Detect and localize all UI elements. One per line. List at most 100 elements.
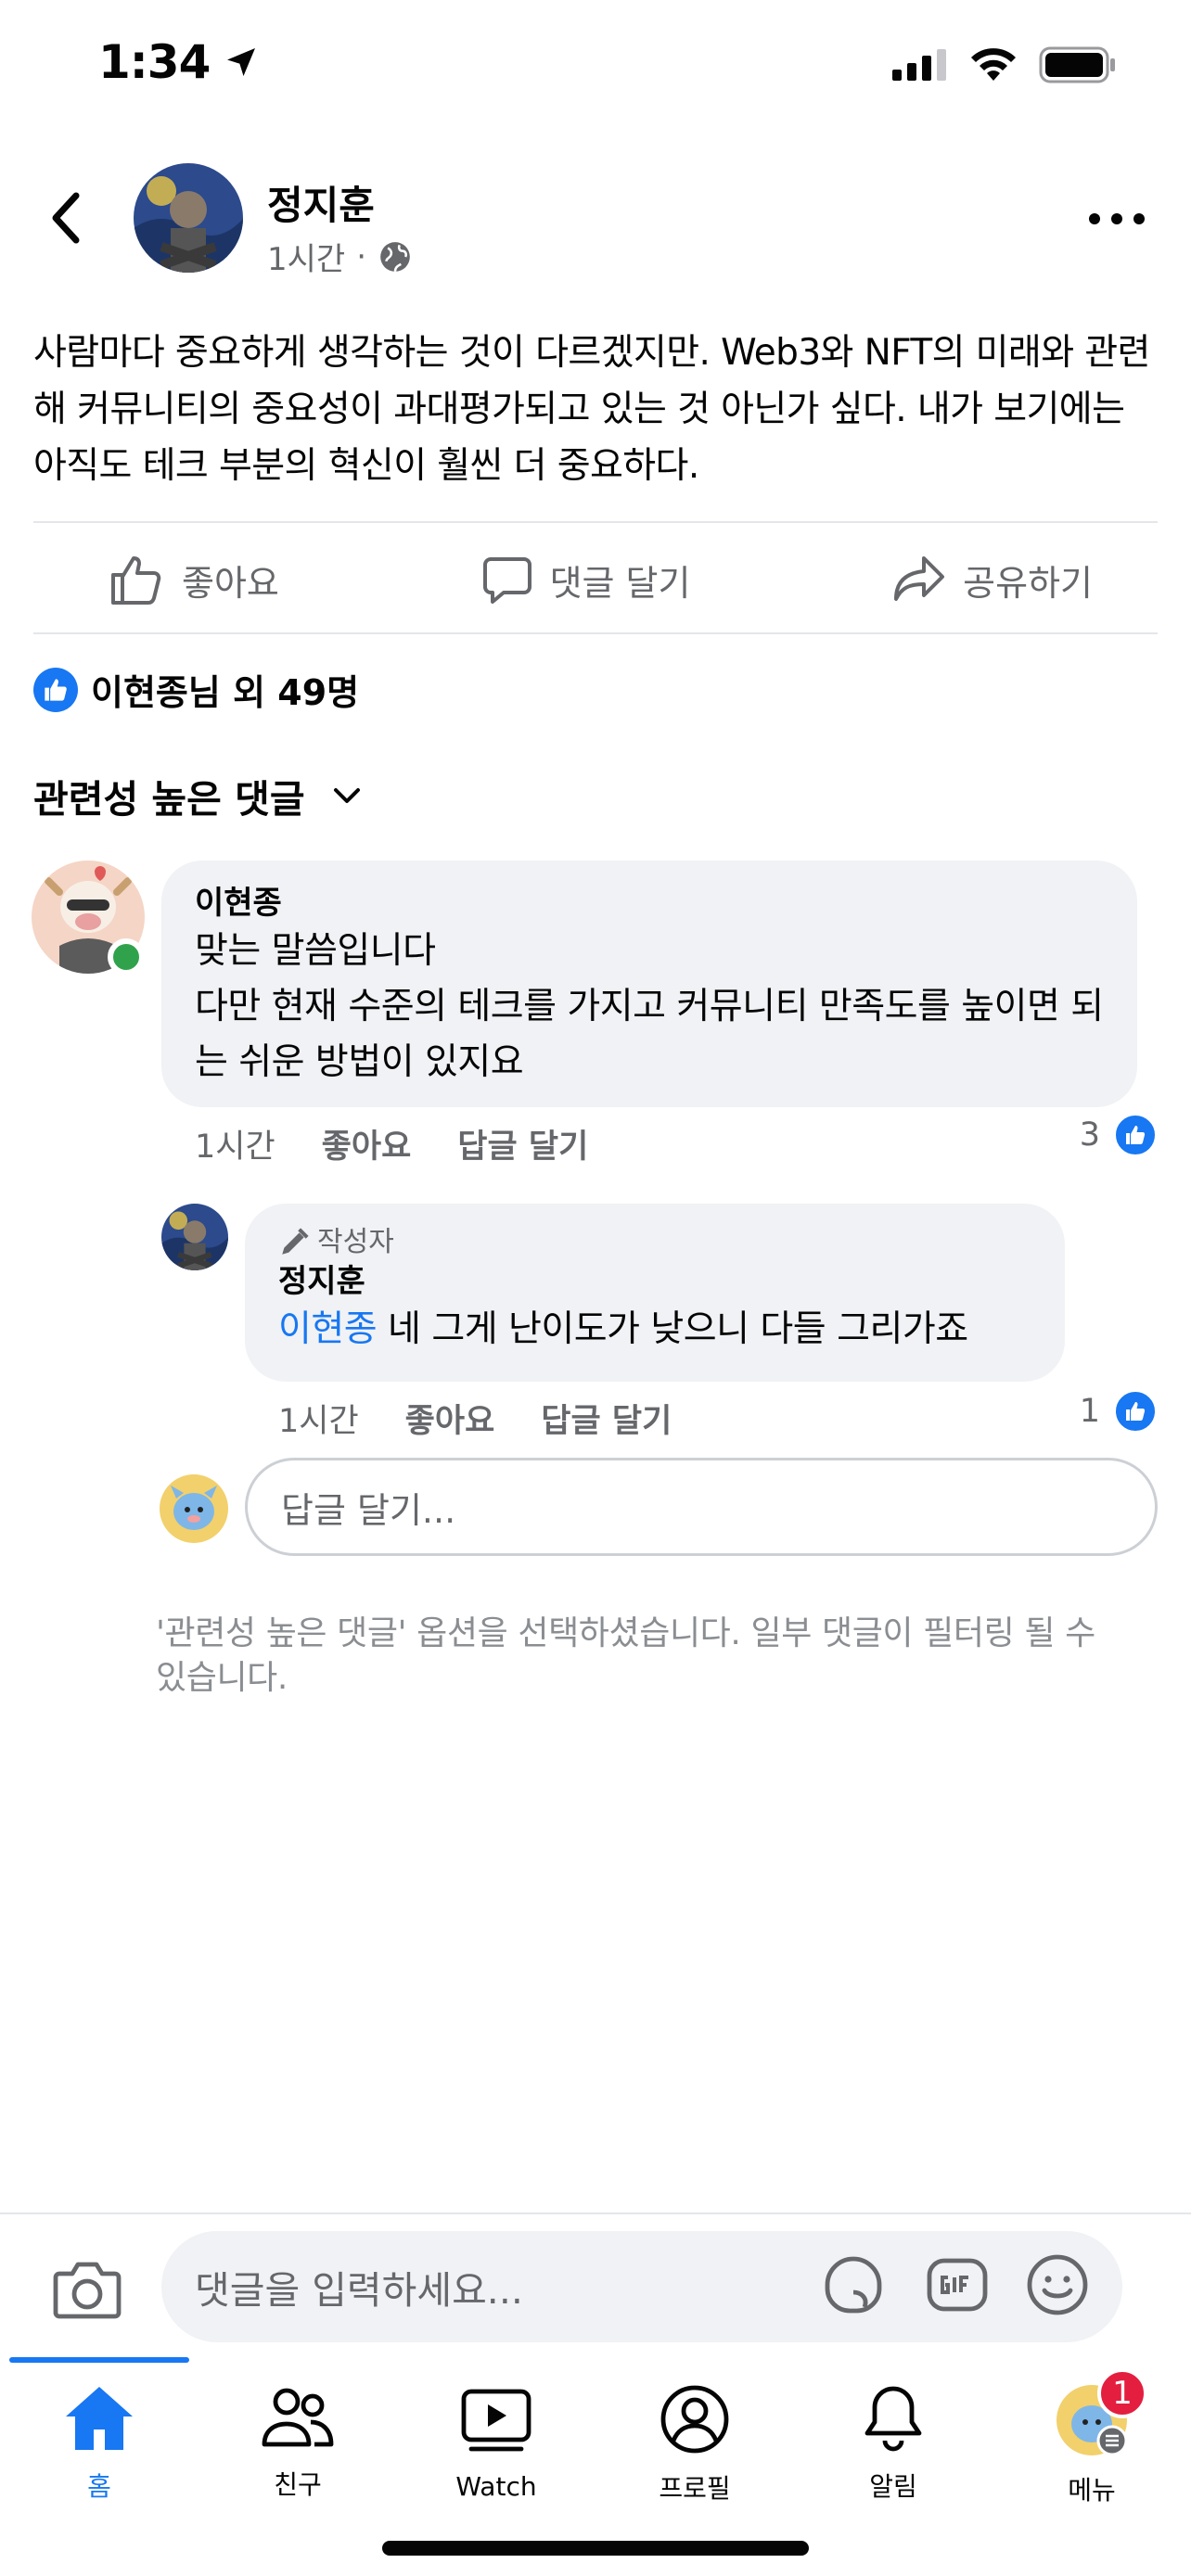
bell-icon <box>854 2383 932 2454</box>
reply-bubble[interactable]: 작성자 정지훈 이현종 네 그게 난이도가 낮으니 다들 그리가죠 <box>245 1204 1065 1382</box>
sort-label: 관련성 높은 댓글 <box>33 777 305 822</box>
comments-sort-dropdown[interactable]: 관련성 높은 댓글 <box>33 768 361 823</box>
more-dot-icon <box>1089 213 1100 224</box>
tab-menu[interactable]: 1 메뉴 <box>992 2363 1191 2506</box>
tab-label: 홈 <box>87 2471 111 2502</box>
reply-time: 1시간 <box>278 1403 359 1440</box>
reply-like-button[interactable]: 좋아요 <box>405 1395 495 1442</box>
comment-input-placeholder: 댓글을 입력하세요... <box>195 2268 523 2313</box>
comment-meta: 1시간 좋아요 답글 달기 <box>195 1120 588 1167</box>
globe-icon <box>380 241 410 272</box>
post-time: 1시간 <box>267 241 346 278</box>
comment-text: 맞는 말씀입니다 다만 현재 수준의 테크를 가지고 커뮤니티 만족도를 높이면… <box>195 930 1104 1083</box>
camera-icon <box>53 2262 122 2319</box>
filter-note: '관련성 높은 댓글' 옵션을 선택하셨습니다. 일부 댓글이 필터링 될 수 … <box>156 1614 1095 1697</box>
share-label: 공유하기 <box>963 562 1093 604</box>
tab-profile[interactable]: 프로필 <box>596 2363 794 2504</box>
status-time-text: 1:34 <box>98 35 211 89</box>
profile-icon <box>656 2383 734 2455</box>
author-avatar-image <box>134 163 243 273</box>
reply-reply-button[interactable]: 답글 달기 <box>541 1395 672 1442</box>
current-user-avatar <box>160 1474 228 1543</box>
location-arrow-icon <box>227 48 256 76</box>
like-reaction-icon <box>1113 1389 1158 1434</box>
reply-text: 이현종 네 그게 난이도가 낮으니 다들 그리가죠 <box>278 1302 1031 1358</box>
like-reaction-icon <box>1113 1113 1158 1157</box>
divider <box>33 521 1158 523</box>
comment-like-button[interactable]: 좋아요 <box>322 1120 412 1167</box>
comment-bubble[interactable]: 이현종 맞는 말씀입니다 다만 현재 수준의 테크를 가지고 커뮤니티 만족도를… <box>161 861 1137 1107</box>
author-badge-label: 작성자 <box>317 1226 394 1258</box>
share-arrow-icon <box>894 556 945 601</box>
comment-like-count-number: 3 <box>1079 1116 1100 1154</box>
sticker-icon <box>825 2256 882 2314</box>
battery-icon <box>1039 46 1115 83</box>
reply-mention[interactable]: 이현종 <box>278 1308 378 1350</box>
tab-label: 친구 <box>274 2469 322 2500</box>
gif-button[interactable] <box>924 2251 991 2318</box>
reply-input-placeholder: 답글 달기... <box>281 1489 456 1531</box>
signal-icon <box>892 49 946 81</box>
tab-watch[interactable]: Watch <box>397 2363 596 2502</box>
reply-text-body: 네 그게 난이도가 낮으니 다들 그리가죠 <box>377 1308 968 1350</box>
tab-label: 메뉴 <box>1068 2475 1116 2506</box>
tab-label: 프로필 <box>659 2473 731 2504</box>
emoji-smile-icon <box>1027 2254 1088 2315</box>
pen-icon <box>282 1228 309 1255</box>
reactions-summary[interactable]: 이현종님 외 49명 <box>33 664 359 715</box>
sticker-button[interactable] <box>820 2251 887 2318</box>
comment-like-count[interactable]: 3 <box>1080 1113 1158 1157</box>
comment-author-name[interactable]: 이현종 <box>195 883 1104 924</box>
online-status-dot <box>108 938 145 976</box>
author-badge: 작성자 <box>278 1224 1031 1261</box>
camera-button[interactable] <box>52 2257 122 2322</box>
tab-notifications[interactable]: 알림 <box>794 2363 992 2502</box>
post-author-name[interactable]: 정지훈 <box>267 174 375 231</box>
comment-reply-button[interactable]: 답글 달기 <box>457 1120 588 1167</box>
like-reaction-icon <box>33 667 78 712</box>
more-dot-icon <box>1111 213 1122 224</box>
post-meta: 1시간 · <box>267 234 413 279</box>
tab-home[interactable]: 홈 <box>0 2363 198 2502</box>
menu-icon: 1 <box>1053 2368 1147 2457</box>
chevron-down-icon <box>333 788 360 803</box>
reply-author-name[interactable]: 정지훈 <box>278 1261 1031 1302</box>
reply-like-count-number: 1 <box>1079 1393 1100 1430</box>
comment-composer-bar: 댓글을 입력하세요... <box>0 2213 1191 2361</box>
comment-button[interactable]: 댓글 달기 <box>481 554 690 606</box>
watch-icon <box>457 2383 535 2458</box>
post-actions: 좋아요 댓글 달기 공유하기 <box>33 533 1158 626</box>
status-bar: 1:34 <box>0 0 1191 139</box>
status-icons <box>892 46 1117 83</box>
wifi-icon <box>971 48 1016 81</box>
more-dot-icon <box>1133 213 1145 224</box>
current-user-avatar-image <box>160 1474 228 1543</box>
tab-friends[interactable]: 친구 <box>198 2363 397 2502</box>
reply-input[interactable]: 답글 달기... <box>245 1458 1158 1556</box>
meta-separator: · <box>356 237 367 275</box>
emoji-button[interactable] <box>1024 2251 1091 2318</box>
notification-badge: 1 <box>1097 2368 1147 2418</box>
bottom-tab-bar: 홈 친구 Watch 프로필 알림 1 메뉴 <box>0 2363 1191 2506</box>
reply-author-avatar[interactable] <box>161 1204 228 1270</box>
gif-icon <box>927 2258 988 2312</box>
comment-time: 1시간 <box>195 1129 275 1166</box>
comment-bubble-icon <box>482 557 531 604</box>
chevron-left-icon <box>52 192 80 244</box>
reply-like-count[interactable]: 1 <box>1080 1389 1158 1434</box>
like-button[interactable]: 좋아요 <box>109 553 279 606</box>
post-text: 사람마다 중요하게 생각하는 것이 다르겠지만. Web3와 NFT의 미래와 … <box>33 332 1150 487</box>
divider <box>33 632 1158 634</box>
tab-label: 알림 <box>869 2471 917 2502</box>
thumbs-up-icon <box>111 556 161 605</box>
author-avatar[interactable] <box>134 163 243 273</box>
back-button[interactable] <box>43 185 89 250</box>
reply-author-avatar-image <box>161 1204 228 1270</box>
more-options-button[interactable] <box>1089 200 1145 237</box>
tab-label: Watch <box>455 2471 537 2502</box>
reactions-text: 이현종님 외 49명 <box>91 672 360 713</box>
friends-icon <box>259 2383 337 2452</box>
share-button[interactable]: 공유하기 <box>892 555 1093 606</box>
home-indicator <box>382 2541 809 2556</box>
status-time: 1:34 <box>98 35 260 89</box>
